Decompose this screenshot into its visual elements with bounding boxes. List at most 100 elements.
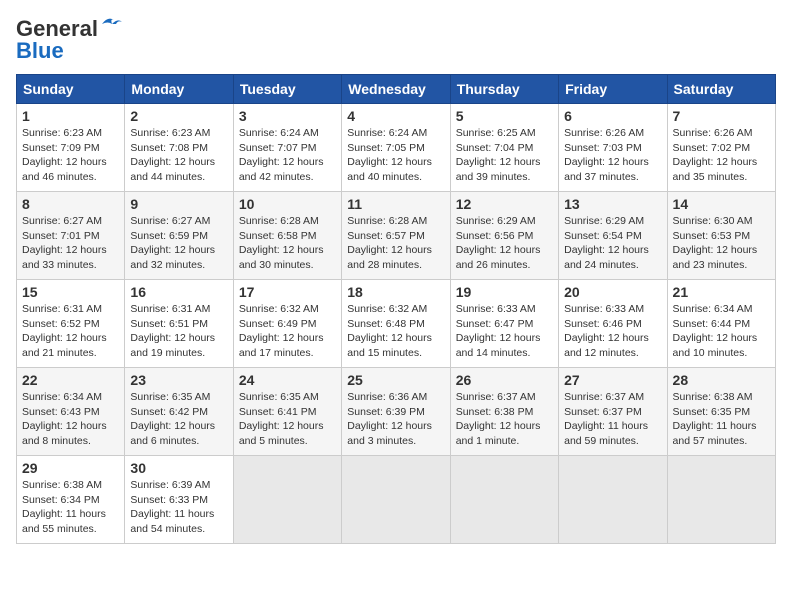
calendar-day-12: 12 Sunrise: 6:29 AMSunset: 6:56 PMDayligh… xyxy=(450,192,558,280)
day-number: 11 xyxy=(347,196,444,212)
calendar-day-24: 24 Sunrise: 6:35 AMSunset: 6:41 PMDayligh… xyxy=(233,368,341,456)
calendar-day-16: 16 Sunrise: 6:31 AMSunset: 6:51 PMDayligh… xyxy=(125,280,233,368)
day-number: 9 xyxy=(130,196,227,212)
day-detail: Sunrise: 6:34 AMSunset: 6:44 PMDaylight:… xyxy=(673,303,758,359)
day-number: 15 xyxy=(22,284,119,300)
day-detail: Sunrise: 6:31 AMSunset: 6:51 PMDaylight:… xyxy=(130,303,215,359)
page-header: General Blue xyxy=(16,16,776,64)
day-detail: Sunrise: 6:27 AMSunset: 6:59 PMDaylight:… xyxy=(130,215,215,271)
day-detail: Sunrise: 6:37 AMSunset: 6:37 PMDaylight:… xyxy=(564,391,648,447)
calendar-table: SundayMondayTuesdayWednesdayThursdayFrid… xyxy=(16,74,776,544)
day-detail: Sunrise: 6:38 AMSunset: 6:34 PMDaylight:… xyxy=(22,479,106,535)
day-detail: Sunrise: 6:38 AMSunset: 6:35 PMDaylight:… xyxy=(673,391,757,447)
calendar-day-5: 5Sunrise: 6:25 AMSunset: 7:04 PMDaylight… xyxy=(450,104,558,192)
day-number: 29 xyxy=(22,460,119,476)
day-number: 10 xyxy=(239,196,336,212)
day-detail: Sunrise: 6:34 AMSunset: 6:43 PMDaylight:… xyxy=(22,391,107,447)
weekday-header-monday: Monday xyxy=(125,75,233,104)
day-number: 12 xyxy=(456,196,553,212)
day-detail: Sunrise: 6:27 AMSunset: 7:01 PMDaylight:… xyxy=(22,215,107,271)
calendar-week-row: 29 Sunrise: 6:38 AMSunset: 6:34 PMDayligh… xyxy=(17,456,776,544)
calendar-day-empty xyxy=(233,456,341,544)
weekday-header-thursday: Thursday xyxy=(450,75,558,104)
day-detail: Sunrise: 6:30 AMSunset: 6:53 PMDaylight:… xyxy=(673,215,758,271)
calendar-week-row: 15 Sunrise: 6:31 AMSunset: 6:52 PMDayligh… xyxy=(17,280,776,368)
day-detail: Sunrise: 6:24 AMSunset: 7:05 PMDaylight:… xyxy=(347,127,432,183)
day-detail: Sunrise: 6:28 AMSunset: 6:58 PMDaylight:… xyxy=(239,215,324,271)
calendar-day-9: 9 Sunrise: 6:27 AMSunset: 6:59 PMDaylight… xyxy=(125,192,233,280)
calendar-day-2: 2 Sunrise: 6:23 AMSunset: 7:08 PMDaylight… xyxy=(125,104,233,192)
day-number: 20 xyxy=(564,284,661,300)
day-detail: Sunrise: 6:23 AMSunset: 7:09 PMDaylight:… xyxy=(22,127,107,183)
calendar-day-10: 10 Sunrise: 6:28 AMSunset: 6:58 PMDayligh… xyxy=(233,192,341,280)
calendar-week-row: 22Sunrise: 6:34 AMSunset: 6:43 PMDayligh… xyxy=(17,368,776,456)
calendar-day-empty xyxy=(342,456,450,544)
day-detail: Sunrise: 6:33 AMSunset: 6:47 PMDaylight:… xyxy=(456,303,541,359)
day-detail: Sunrise: 6:28 AMSunset: 6:57 PMDaylight:… xyxy=(347,215,432,271)
day-number: 3 xyxy=(239,108,336,124)
day-number: 30 xyxy=(130,460,227,476)
day-number: 1 xyxy=(22,108,119,124)
day-detail: Sunrise: 6:29 AMSunset: 6:54 PMDaylight:… xyxy=(564,215,649,271)
day-number: 16 xyxy=(130,284,227,300)
weekday-header-sunday: Sunday xyxy=(17,75,125,104)
day-number: 17 xyxy=(239,284,336,300)
calendar-day-4: 4Sunrise: 6:24 AMSunset: 7:05 PMDaylight… xyxy=(342,104,450,192)
calendar-week-row: 8Sunrise: 6:27 AMSunset: 7:01 PMDaylight… xyxy=(17,192,776,280)
day-number: 19 xyxy=(456,284,553,300)
calendar-day-1: 1 Sunrise: 6:23 AMSunset: 7:09 PMDaylight… xyxy=(17,104,125,192)
day-number: 25 xyxy=(347,372,444,388)
day-detail: Sunrise: 6:26 AMSunset: 7:03 PMDaylight:… xyxy=(564,127,649,183)
day-number: 7 xyxy=(673,108,770,124)
calendar-week-row: 1 Sunrise: 6:23 AMSunset: 7:09 PMDaylight… xyxy=(17,104,776,192)
day-number: 23 xyxy=(130,372,227,388)
calendar-day-7: 7Sunrise: 6:26 AMSunset: 7:02 PMDaylight… xyxy=(667,104,775,192)
calendar-day-23: 23Sunrise: 6:35 AMSunset: 6:42 PMDayligh… xyxy=(125,368,233,456)
day-detail: Sunrise: 6:29 AMSunset: 6:56 PMDaylight:… xyxy=(456,215,541,271)
calendar-day-29: 29 Sunrise: 6:38 AMSunset: 6:34 PMDayligh… xyxy=(17,456,125,544)
calendar-day-3: 3 Sunrise: 6:24 AMSunset: 7:07 PMDaylight… xyxy=(233,104,341,192)
calendar-day-25: 25 Sunrise: 6:36 AMSunset: 6:39 PMDayligh… xyxy=(342,368,450,456)
logo-bird-icon xyxy=(100,16,122,34)
calendar-day-empty xyxy=(667,456,775,544)
day-number: 13 xyxy=(564,196,661,212)
calendar-day-empty xyxy=(450,456,558,544)
day-detail: Sunrise: 6:36 AMSunset: 6:39 PMDaylight:… xyxy=(347,391,432,447)
weekday-header-wednesday: Wednesday xyxy=(342,75,450,104)
calendar-day-27: 27 Sunrise: 6:37 AMSunset: 6:37 PMDayligh… xyxy=(559,368,667,456)
calendar-day-19: 19 Sunrise: 6:33 AMSunset: 6:47 PMDayligh… xyxy=(450,280,558,368)
calendar-day-28: 28Sunrise: 6:38 AMSunset: 6:35 PMDayligh… xyxy=(667,368,775,456)
day-detail: Sunrise: 6:35 AMSunset: 6:41 PMDaylight:… xyxy=(239,391,324,447)
day-detail: Sunrise: 6:31 AMSunset: 6:52 PMDaylight:… xyxy=(22,303,107,359)
logo: General Blue xyxy=(16,16,122,64)
day-detail: Sunrise: 6:39 AMSunset: 6:33 PMDaylight:… xyxy=(130,479,214,535)
day-detail: Sunrise: 6:32 AMSunset: 6:49 PMDaylight:… xyxy=(239,303,324,359)
calendar-day-14: 14 Sunrise: 6:30 AMSunset: 6:53 PMDayligh… xyxy=(667,192,775,280)
day-detail: Sunrise: 6:37 AMSunset: 6:38 PMDaylight:… xyxy=(456,391,541,447)
calendar-day-17: 17 Sunrise: 6:32 AMSunset: 6:49 PMDayligh… xyxy=(233,280,341,368)
logo-blue: Blue xyxy=(16,38,64,64)
calendar-day-15: 15 Sunrise: 6:31 AMSunset: 6:52 PMDayligh… xyxy=(17,280,125,368)
calendar-day-26: 26 Sunrise: 6:37 AMSunset: 6:38 PMDayligh… xyxy=(450,368,558,456)
calendar-day-21: 21Sunrise: 6:34 AMSunset: 6:44 PMDayligh… xyxy=(667,280,775,368)
calendar-day-empty xyxy=(559,456,667,544)
calendar-day-18: 18Sunrise: 6:32 AMSunset: 6:48 PMDayligh… xyxy=(342,280,450,368)
day-number: 27 xyxy=(564,372,661,388)
day-detail: Sunrise: 6:23 AMSunset: 7:08 PMDaylight:… xyxy=(130,127,215,183)
weekday-header-saturday: Saturday xyxy=(667,75,775,104)
weekday-header-row: SundayMondayTuesdayWednesdayThursdayFrid… xyxy=(17,75,776,104)
calendar-day-6: 6Sunrise: 6:26 AMSunset: 7:03 PMDaylight… xyxy=(559,104,667,192)
weekday-header-friday: Friday xyxy=(559,75,667,104)
calendar-day-22: 22Sunrise: 6:34 AMSunset: 6:43 PMDayligh… xyxy=(17,368,125,456)
day-detail: Sunrise: 6:33 AMSunset: 6:46 PMDaylight:… xyxy=(564,303,649,359)
day-detail: Sunrise: 6:24 AMSunset: 7:07 PMDaylight:… xyxy=(239,127,324,183)
weekday-header-tuesday: Tuesday xyxy=(233,75,341,104)
calendar-day-8: 8Sunrise: 6:27 AMSunset: 7:01 PMDaylight… xyxy=(17,192,125,280)
day-number: 2 xyxy=(130,108,227,124)
day-number: 18 xyxy=(347,284,444,300)
day-detail: Sunrise: 6:25 AMSunset: 7:04 PMDaylight:… xyxy=(456,127,541,183)
calendar-day-11: 11 Sunrise: 6:28 AMSunset: 6:57 PMDayligh… xyxy=(342,192,450,280)
day-number: 14 xyxy=(673,196,770,212)
day-number: 24 xyxy=(239,372,336,388)
day-number: 26 xyxy=(456,372,553,388)
